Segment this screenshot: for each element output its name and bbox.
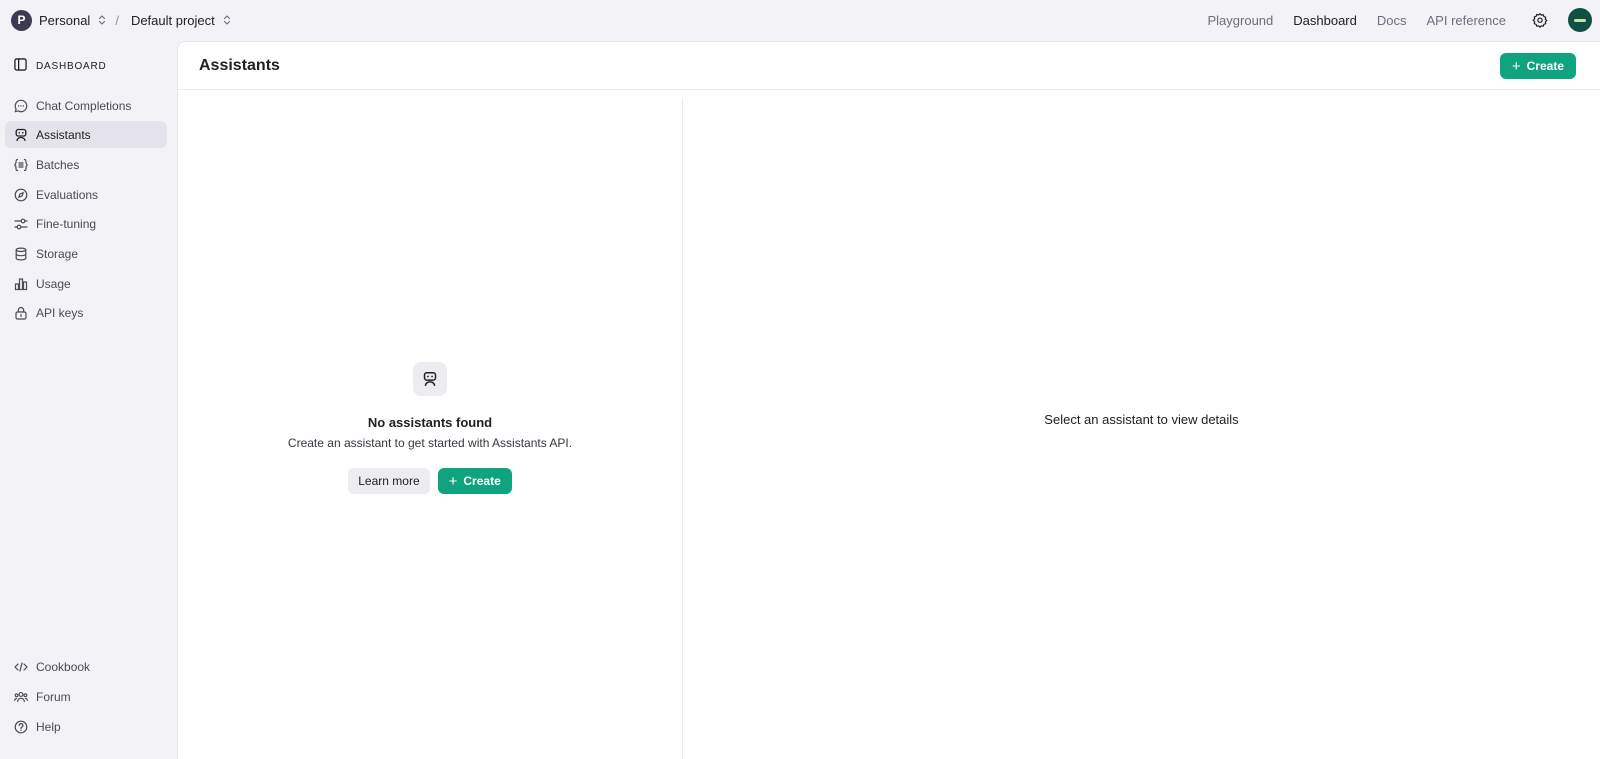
gear-icon[interactable] [1530,10,1550,30]
database-icon [14,246,28,261]
org-avatar: P [11,9,32,31]
nav-link-docs[interactable]: Docs [1377,13,1407,28]
create-assistant-button[interactable]: + Create [437,468,512,494]
robot-icon [14,128,28,142]
project-switcher[interactable]: Default project [127,8,236,32]
create-button-label: Create [1526,59,1564,73]
create-button-label: Create [463,474,501,488]
batch-list-icon [14,158,28,172]
sidebar-item-label: Assistants [36,127,91,142]
sidebar-item-label: Forum [36,689,71,704]
sidebar-header[interactable]: DASHBOARD [14,58,107,74]
empty-state: No assistants found Create an assistant … [178,362,682,494]
code-icon [14,660,28,674]
nav-link-api-reference[interactable]: API reference [1427,13,1507,28]
chevron-updown-icon [222,14,232,26]
plus-icon: + [1511,57,1521,75]
sidebar-header-label: DASHBOARD [36,60,107,72]
bar-chart-icon [14,277,28,291]
people-icon [14,690,28,704]
sidebar-item-fine-tuning[interactable]: Fine-tuning [5,210,167,237]
project-name: Default project [130,12,215,28]
top-bar: P Personal / Default project Playground … [0,0,1600,40]
sidebar-item-evaluations[interactable]: Evaluations [5,181,167,208]
page-header: Assistants + Create [178,42,1600,90]
sidebar-item-label: Batches [36,157,80,172]
breadcrumb-separator: / [115,12,119,28]
sidebar-item-label: Fine-tuning [36,216,97,231]
sidebar-item-label: Storage [36,246,79,261]
empty-state-actions: Learn more + Create [348,468,512,494]
breadcrumb: P Personal / Default project [8,0,236,40]
org-switcher[interactable]: P Personal [8,8,113,32]
sidebar: DASHBOARD Chat Completions Assistants Ba… [0,40,177,759]
top-nav: Playground Dashboard Docs API reference [1187,0,1592,40]
sidebar-item-label: API keys [36,305,84,320]
sidebar-item-help[interactable]: Help [5,713,167,740]
chevron-updown-icon [97,14,107,26]
nav-link-dashboard[interactable]: Dashboard [1293,13,1357,28]
question-icon [14,720,28,734]
learn-more-button[interactable]: Learn more [348,468,430,494]
empty-state-description: Create an assistant to get started with … [287,436,573,450]
sidebar-item-chat-completions[interactable]: Chat Completions [5,92,167,119]
empty-state-title: No assistants found [367,415,493,430]
sidebar-item-label: Evaluations [36,187,99,202]
sidebar-item-batches[interactable]: Batches [5,151,167,178]
sidebar-item-label: Help [36,719,61,734]
nav-link-playground[interactable]: Playground [1207,13,1273,28]
sidebar-item-assistants[interactable]: Assistants [5,121,167,148]
sidebar-item-label: Chat Completions [36,98,132,113]
sidebar-item-storage[interactable]: Storage [5,240,167,267]
create-assistant-button[interactable]: + Create [1499,53,1576,79]
sidebar-item-label: Usage [36,276,71,291]
page-title: Assistants [199,57,280,74]
sliders-icon [14,217,28,231]
main-panel: Assistants + Create No assistants found … [177,41,1600,759]
user-avatar[interactable] [1568,8,1592,32]
sidebar-item-api-keys[interactable]: API keys [5,299,167,326]
sidebar-toggle-icon[interactable] [14,58,27,74]
lock-icon [14,306,28,320]
sidebar-item-forum[interactable]: Forum [5,683,167,710]
org-name: Personal [39,12,91,28]
plus-icon: + [448,472,458,490]
panel-divider [682,98,683,759]
compass-icon [14,188,28,202]
sidebar-item-cookbook[interactable]: Cookbook [5,653,167,680]
robot-icon [413,362,447,396]
sidebar-item-usage[interactable]: Usage [5,270,167,297]
sidebar-item-label: Cookbook [36,659,91,674]
chat-bubble-icon [14,99,28,113]
detail-placeholder: Select an assistant to view details [1044,412,1239,427]
